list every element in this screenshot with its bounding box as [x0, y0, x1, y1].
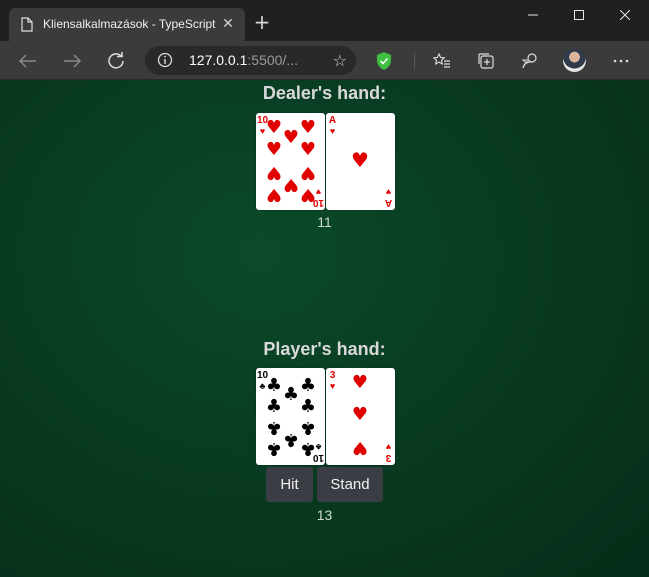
player-hand-title: Player's hand: — [263, 339, 386, 359]
card-corner-bottom: A ♥ — [383, 187, 394, 208]
collections-icon[interactable] — [474, 49, 498, 73]
heart-icon: ♥ — [265, 117, 283, 138]
heart-icon: ♥ — [385, 442, 392, 452]
heart-icon: ♥ — [299, 162, 317, 183]
heart-icon: ♥ — [265, 184, 283, 205]
dealer-hand-title: Dealer's hand: — [262, 83, 387, 103]
card-corner-bottom: 10 ♣ — [312, 442, 324, 463]
card-corner-top: A ♥ — [327, 115, 338, 137]
heart-icon: ♥ — [385, 187, 392, 197]
card-rank: 3 — [329, 370, 336, 381]
card-rank: A — [384, 197, 393, 208]
heart-icon: ♥ — [329, 126, 336, 136]
favorite-star-icon[interactable]: ☆ — [333, 51, 347, 70]
heart-icon: ♥ — [351, 437, 369, 458]
heart-icon: ♥ — [265, 162, 283, 183]
feedback-icon[interactable] — [518, 49, 542, 73]
card-corner-bottom: 3 ♥ — [383, 442, 394, 463]
heart-icon: ♥ — [315, 187, 322, 197]
heart-icon: ♥ — [265, 139, 283, 160]
player-card: 10 ♣ ♣ ♣ ♣ ♣ ♣ ♣ ♣ ♣ ♣ ♣ 10 ♣ — [256, 368, 325, 465]
club-icon: ♣ — [265, 375, 283, 396]
heart-icon: ♥ — [351, 372, 369, 393]
club-icon: ♣ — [265, 438, 283, 459]
shield-extension-icon[interactable] — [372, 49, 396, 73]
card-rank: 10 — [312, 197, 324, 208]
heart-icon: ♥ — [351, 404, 369, 425]
player-card: 3 ♥ ♥ ♥ ♥ 3 ♥ — [326, 368, 395, 465]
card-corner-bottom: 10 ♥ — [312, 187, 324, 208]
heart-icon: ♥ — [299, 139, 317, 160]
club-icon: ♣ — [265, 396, 283, 417]
player-score: 13 — [316, 507, 333, 523]
heart-icon: ♥ — [329, 381, 336, 391]
club-icon: ♣ — [282, 429, 300, 450]
hit-button[interactable]: Hit — [266, 467, 313, 502]
back-icon[interactable] — [16, 49, 40, 73]
tab-title: Kliensalkalmazások - TypeScript — [43, 17, 216, 31]
url-text: 127.0.0.1:5500/... — [189, 52, 298, 68]
club-icon: ♣ — [282, 384, 300, 405]
card-rank: 10 — [312, 452, 324, 463]
close-window-icon[interactable] — [602, 0, 648, 30]
heart-icon: ♥ — [282, 174, 300, 195]
favorites-icon[interactable] — [430, 49, 454, 73]
profile-avatar[interactable] — [563, 49, 586, 72]
heart-icon: ♥ — [282, 127, 300, 148]
club-icon: ♣ — [265, 417, 283, 438]
club-icon: ♣ — [299, 417, 317, 438]
minimize-icon[interactable] — [510, 0, 556, 30]
card-corner-top: 3 ♥ — [327, 370, 338, 392]
tab-strip: Kliensalkalmazások - TypeScript ✕ + — [0, 0, 649, 41]
refresh-icon[interactable] — [104, 49, 128, 73]
heart-icon: ♥ — [299, 117, 317, 138]
maximize-icon[interactable] — [556, 0, 602, 30]
dealer-score: 11 — [317, 214, 332, 230]
url-host: 127.0.0.1 — [189, 52, 248, 68]
forward-icon[interactable] — [60, 49, 84, 73]
club-icon: ♣ — [299, 375, 317, 396]
dealer-card: 10 ♥ ♥ ♥ ♥ ♥ ♥ ♥ ♥ ♥ ♥ ♥ 10 ♥ — [256, 113, 325, 210]
club-icon: ♣ — [299, 396, 317, 417]
browser-toolbar: 127.0.0.1:5500/... ☆ — [0, 41, 649, 80]
info-icon[interactable] — [157, 52, 173, 68]
toolbar-separator — [414, 53, 415, 69]
dealer-card: A ♥ ♥ A ♥ — [326, 113, 395, 210]
stand-button[interactable]: Stand — [317, 467, 383, 502]
card-rank: 3 — [385, 452, 392, 463]
page-icon — [21, 17, 33, 32]
more-options-icon[interactable] — [609, 49, 633, 73]
close-tab-icon[interactable]: ✕ — [220, 16, 236, 32]
club-icon: ♣ — [315, 442, 322, 452]
game-table: Dealer's hand: 10 ♥ ♥ ♥ ♥ ♥ ♥ ♥ ♥ ♥ ♥ ♥ 1… — [0, 80, 649, 577]
new-tab-icon[interactable]: + — [252, 12, 272, 32]
heart-icon: ♥ — [351, 148, 369, 172]
browser-tab[interactable]: Kliensalkalmazások - TypeScript ✕ — [9, 8, 245, 41]
url-path: :5500/... — [247, 52, 298, 68]
address-bar[interactable]: 127.0.0.1:5500/... ☆ — [145, 46, 356, 75]
card-rank: A — [328, 115, 337, 126]
